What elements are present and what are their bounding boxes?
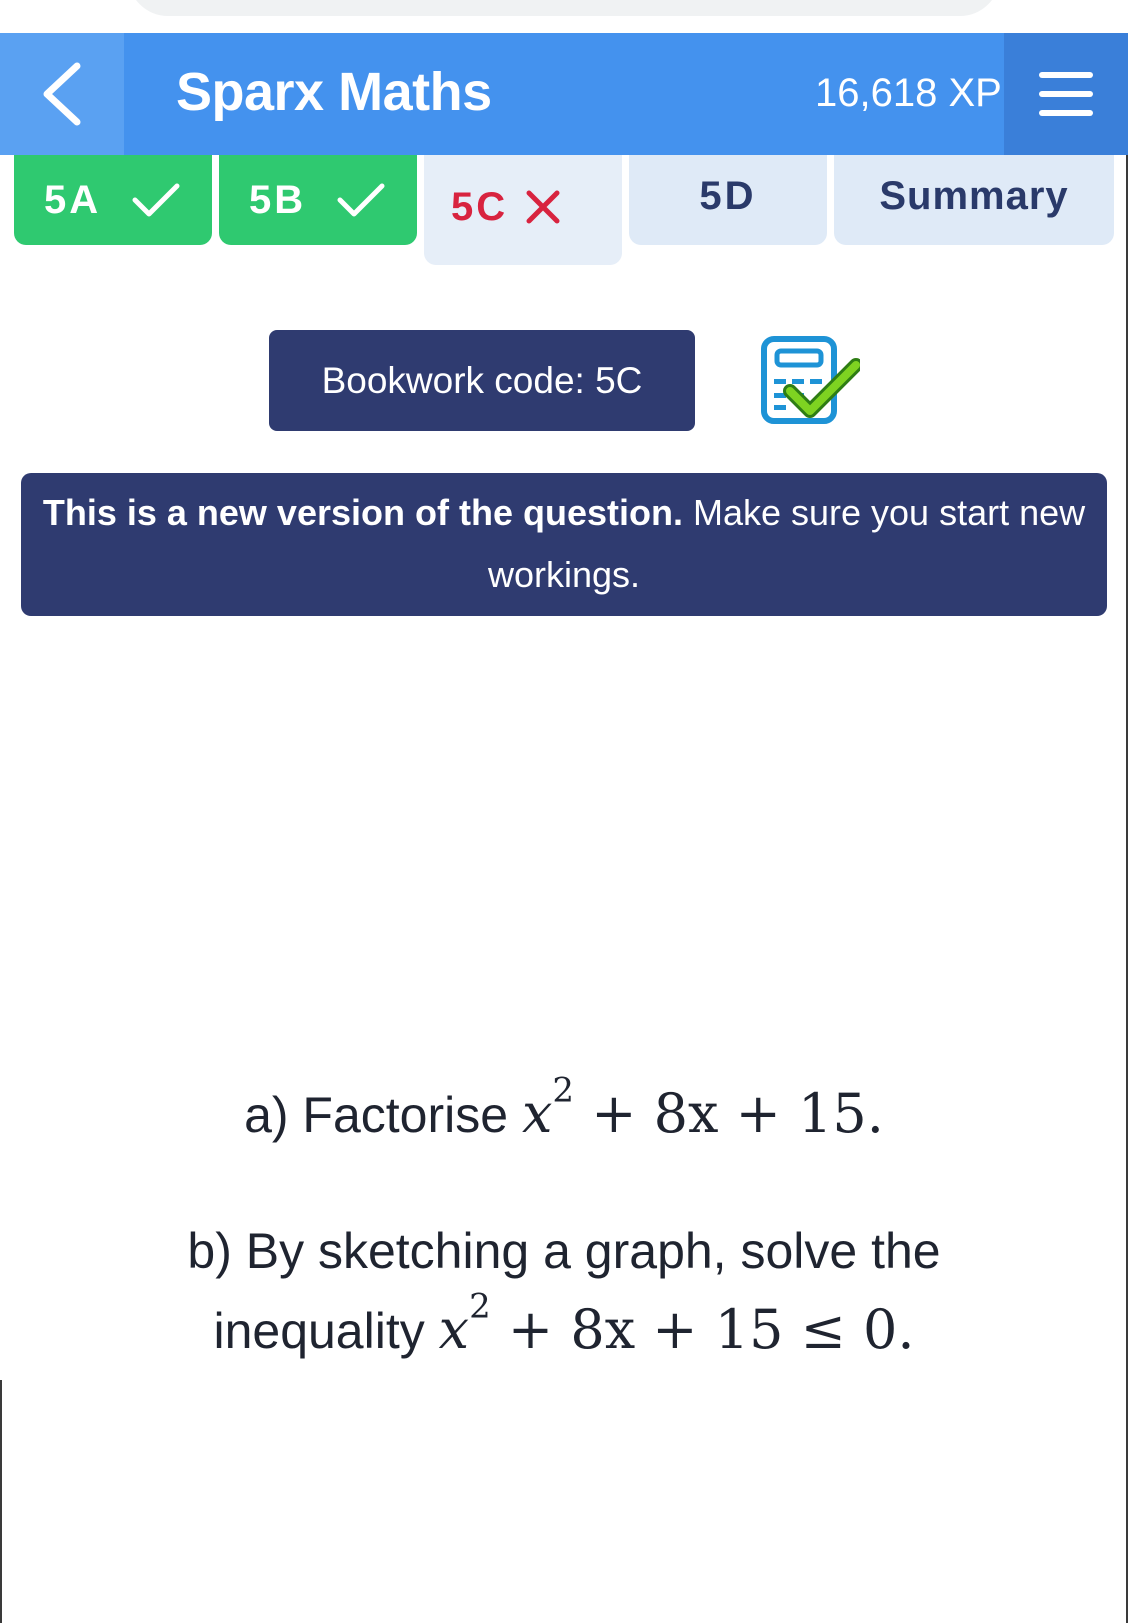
chevron-left-icon: [43, 62, 81, 126]
menu-button[interactable]: [1004, 33, 1128, 155]
tab-5c[interactable]: 5C: [424, 155, 622, 265]
tab-label: 5A: [44, 177, 102, 222]
check-icon: [132, 183, 180, 217]
question-part-a: a) Factorise x2 + 8x + 15.: [0, 1070, 1128, 1145]
new-version-notice: This is a new version of the question. M…: [21, 473, 1107, 616]
tab-5a[interactable]: 5A: [14, 155, 212, 245]
previous-panel-edge: [128, 0, 1000, 16]
page: Sparx Maths 16,618 XP 5A 5B 5C 5D Summar…: [0, 0, 1128, 1623]
tab-5d[interactable]: 5D: [629, 155, 827, 245]
question-part-b-line1: b) By sketching a graph, solve the: [187, 1223, 941, 1279]
tab-label: 5B: [249, 177, 307, 222]
question-a-expression: x2 + 8x + 15.: [521, 1070, 884, 1145]
question-b-expression: x2 + 8x + 15 ≤ 0.: [438, 1286, 915, 1361]
bookwork-code-badge: Bookwork code: 5C: [269, 330, 695, 431]
check-icon: [337, 183, 385, 217]
question-b-prefix: inequality: [213, 1303, 425, 1359]
app-title: Sparx Maths: [176, 62, 492, 122]
bookwork-code-text: Bookwork code: 5C: [321, 359, 643, 401]
notice-bold-text: This is a new version of the question.: [42, 492, 683, 533]
back-button[interactable]: [0, 33, 124, 155]
tab-label: Summary: [879, 173, 1069, 218]
question-part-b-line2: inequality x2 + 8x + 15 ≤ 0.: [0, 1286, 1128, 1361]
hamburger-menu-icon: [1039, 72, 1093, 116]
tab-5b[interactable]: 5B: [219, 155, 417, 245]
app-header: Sparx Maths 16,618 XP: [0, 33, 1128, 155]
tab-summary[interactable]: Summary: [834, 155, 1114, 245]
tab-label: 5D: [699, 173, 757, 218]
tab-label: 5C: [451, 184, 509, 229]
question-a-prefix: a) Factorise: [244, 1087, 509, 1143]
cross-icon: [526, 190, 560, 224]
calculator-allowed-icon: [761, 336, 860, 424]
xp-counter: 16,618 XP: [815, 71, 1002, 115]
content-border: [0, 1380, 2, 1623]
